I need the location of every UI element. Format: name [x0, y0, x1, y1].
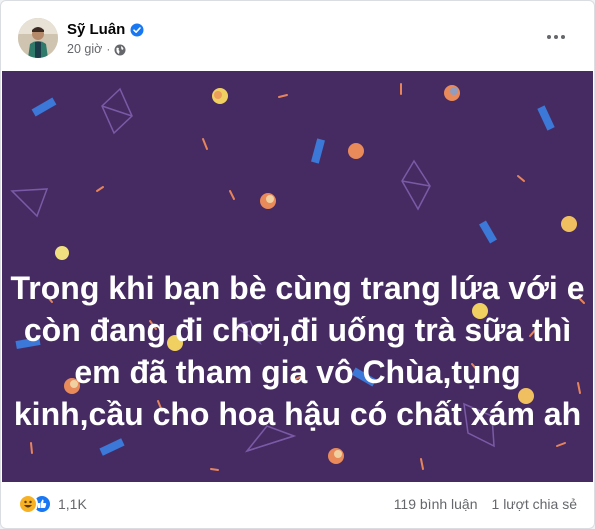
author-avatar[interactable] [18, 18, 58, 58]
post-time[interactable]: 20 giờ [67, 42, 102, 56]
shares-count[interactable]: 1 lượt chia sẻ [492, 496, 577, 512]
post-background: Trong khi bạn bè cùng trang lứa với e cò… [2, 71, 593, 482]
post-text-line: còn đang đi chơi,đi uống trà sữa thì [23, 312, 572, 348]
globe-icon[interactable] [114, 43, 126, 56]
haha-reaction-icon [18, 494, 38, 514]
author-row: Sỹ Luân [67, 21, 144, 38]
post-text: Trong khi bạn bè cùng trang lứa với e cò… [10, 267, 585, 435]
post-text-line: kinh,cầu cho hoa hậu có chất xám ah [13, 396, 582, 432]
reactions-summary[interactable]: 1,1K [18, 494, 87, 514]
verified-badge-icon [130, 23, 144, 37]
post-footer: 1,1K 119 bình luận 1 lượt chia sẻ [1, 482, 594, 528]
post-text-line: em đã tham gia vô Chùa,tụng [74, 354, 521, 390]
author-name[interactable]: Sỹ Luân [67, 21, 125, 38]
engagement-stats: 119 bình luận 1 lượt chia sẻ [394, 496, 577, 512]
post-text-line: Trong khi bạn bè cùng trang lứa với e [10, 270, 585, 306]
more-options-icon[interactable] [539, 23, 573, 51]
meta-separator: · [106, 42, 111, 56]
reaction-count: 1,1K [58, 496, 87, 512]
post-header: Sỹ Luân 20 giờ · [1, 1, 594, 71]
post-card: Sỹ Luân 20 giờ · Trong khi bạn bè cùng t… [0, 0, 595, 529]
comments-count[interactable]: 119 bình luận [394, 496, 478, 512]
post-meta: 20 giờ · [67, 42, 126, 56]
